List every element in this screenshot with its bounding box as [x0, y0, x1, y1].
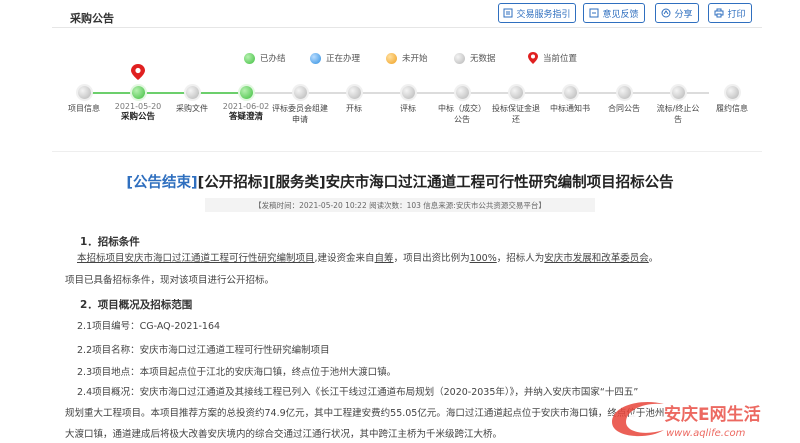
section-heading: 2．项目概况及招标范围 — [80, 299, 193, 311]
project-name-link[interactable]: 本招标项目安庆市海口过江通道工程可行性研究编制项目 — [77, 253, 315, 264]
step-termination-notice[interactable]: 流标/终止公告 — [655, 86, 701, 125]
status-tag: [公告结束] — [126, 175, 198, 191]
legend-in-progress: 正在办理 — [310, 52, 360, 64]
step-dot-icon — [401, 86, 415, 99]
step-dot-icon — [617, 86, 631, 99]
share-button[interactable]: 分享 — [655, 3, 699, 23]
feedback-button[interactable]: 意见反馈 — [583, 3, 645, 23]
legend-current-position-label: 当前位置 — [543, 54, 578, 64]
text-segment: ，项目出资比例为 — [393, 253, 470, 264]
print-icon — [714, 8, 724, 18]
step-label: 评标 — [400, 104, 416, 113]
step-dot-icon — [77, 86, 91, 99]
service-guide-label: 交易服务指引 — [516, 9, 571, 20]
step-dot-icon — [293, 86, 307, 99]
share-icon — [661, 8, 671, 18]
step-label: 中标（成交）公告 — [438, 104, 486, 124]
guide-icon — [503, 8, 513, 18]
step-deposit-refund[interactable]: 投标保证金退还 — [491, 86, 541, 125]
step-dot-icon — [563, 86, 577, 99]
article-title-text: [公开招标][服务类]安庆市海口过江通道工程可行性研究编制项目招标公告 — [197, 175, 674, 191]
legend-current-position: 当前位置 — [528, 52, 577, 64]
section-heading: 1．招标条件 — [80, 236, 140, 248]
step-dot-icon — [509, 86, 523, 99]
step-label: 合同公告 — [608, 104, 640, 113]
print-label: 打印 — [727, 9, 746, 20]
share-label: 分享 — [674, 9, 693, 20]
step-label: 流标/终止公告 — [656, 104, 700, 124]
legend-done-label: 已办结 — [260, 54, 286, 64]
step-dot-icon — [671, 86, 685, 99]
legend-done: 已办结 — [244, 52, 286, 64]
funding-ratio: 100% — [469, 253, 497, 264]
not-started-dot-icon — [386, 52, 397, 64]
legend-no-data: 无数据 — [454, 52, 496, 64]
step-contract-notice[interactable]: 合同公告 — [589, 86, 659, 114]
legend-no-data-label: 无数据 — [470, 54, 496, 64]
step-dot-done-icon — [239, 86, 253, 99]
step-dot-icon — [185, 86, 199, 99]
legend-not-started: 未开始 — [386, 52, 428, 64]
step-dot-icon — [455, 86, 469, 99]
step-qa-clarification[interactable]: 2021-06-02 答疑澄清 — [211, 86, 281, 123]
step-date: 2021-06-02 — [222, 102, 270, 111]
watermark-url: www.aqlife.com — [666, 428, 746, 439]
funding-source: 自筹 — [374, 253, 394, 264]
watermark-text: 安庆E网生活 — [664, 404, 761, 425]
done-dot-icon — [244, 52, 255, 64]
step-dot-icon — [725, 86, 739, 99]
project-location: 2.3项目地点：本项目起点位于江北的安庆海口镇，终点位于池州大渡口镇。 — [77, 367, 397, 378]
aqlife-watermark-logo: 安庆E网生活 www.aqlife.com — [612, 402, 761, 439]
feedback-icon — [589, 8, 599, 18]
project-number: 2.1项目编号：CG-AQ-2021-164 — [77, 321, 221, 332]
current-position-pin-icon — [131, 64, 145, 80]
step-dot-icon — [347, 86, 361, 99]
article-meta: 【发稿时间：2021-05-20 10:22 阅读次数：103 信息来源:安庆市… — [205, 198, 595, 212]
page-title: 采购公告 — [70, 12, 114, 25]
location-pin-icon — [528, 52, 538, 64]
article-title: [公告结束][公开招标][服务类]安庆市海口过江通道工程可行性研究编制项目招标公… — [0, 171, 800, 192]
project-name: 2.2项目名称：安庆市海口过江通道工程可行性研究编制项目 — [77, 345, 330, 356]
step-performance-info[interactable]: 履约信息 — [697, 86, 767, 114]
text-segment: ,建设资金来自 — [314, 253, 375, 264]
step-label: 投标保证金退还 — [492, 104, 540, 124]
tenderer-link[interactable]: 安庆市发展和改革委员会 — [544, 253, 649, 264]
step-label: 履约信息 — [716, 104, 748, 113]
section-1-paragraph: 本招标项目安庆市海口过江通道工程可行性研究编制项目,建设资金来自自筹，项目出资比… — [65, 248, 765, 269]
step-award-notice[interactable]: 中标（成交）公告 — [437, 86, 487, 125]
in-progress-dot-icon — [310, 52, 321, 64]
legend-not-started-label: 未开始 — [402, 54, 428, 64]
legend-in-progress-label: 正在办理 — [326, 54, 361, 64]
text-segment: 。 — [648, 253, 659, 264]
service-guide-button[interactable]: 交易服务指引 — [498, 3, 576, 23]
step-dot-done-icon — [131, 86, 145, 99]
text-segment: ，招标人为 — [496, 253, 545, 264]
step-bid-evaluation[interactable]: 评标 — [373, 86, 443, 114]
divider — [52, 151, 762, 152]
section-1-paragraph-2: 项目已具备招标条件，现对该项目进行公开招标。 — [65, 275, 275, 286]
feedback-label: 意见反馈 — [602, 9, 639, 20]
no-data-dot-icon — [454, 52, 465, 64]
step-label: 答疑澄清 — [228, 112, 263, 122]
print-button[interactable]: 打印 — [708, 3, 752, 23]
